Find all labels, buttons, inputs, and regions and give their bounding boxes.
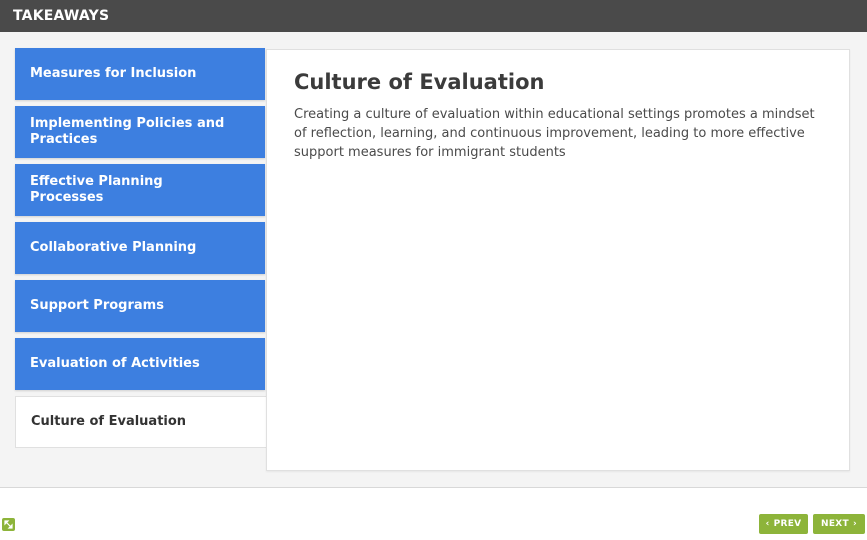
- content-body: Creating a culture of evaluation within …: [294, 107, 815, 160]
- page-title: TAKEAWAYS: [13, 8, 110, 24]
- next-button[interactable]: NEXT ›: [813, 514, 865, 534]
- prev-label: PREV: [773, 519, 802, 529]
- tab-label: Implementing Policies and Practices: [30, 116, 225, 147]
- tab-evaluation-of-activities[interactable]: Evaluation of Activities: [15, 338, 265, 390]
- tab-label: Evaluation of Activities: [30, 356, 200, 371]
- tab-label: Support Programs: [30, 298, 164, 313]
- top-bar: TAKEAWAYS: [0, 0, 867, 32]
- footer-bar: ‹ PREV NEXT ›: [0, 488, 867, 540]
- tab-label: Measures for Inclusion: [30, 66, 197, 81]
- tab-collaborative-planning[interactable]: Collaborative Planning: [15, 222, 265, 274]
- expand-arrows-icon: [4, 520, 13, 529]
- content-title: Culture of Evaluation: [294, 70, 545, 94]
- tab-support-programs[interactable]: Support Programs: [15, 280, 265, 332]
- chevron-left-icon: ‹: [765, 519, 770, 529]
- chevron-right-icon: ›: [852, 519, 857, 529]
- main-stage: Measures for Inclusion Implementing Poli…: [0, 32, 867, 488]
- tab-measures-for-inclusion[interactable]: Measures for Inclusion: [15, 48, 265, 100]
- tab-culture-of-evaluation[interactable]: Culture of Evaluation: [15, 396, 267, 448]
- tab-implementing-policies[interactable]: Implementing Policies and Practices: [15, 106, 265, 158]
- content-panel: Culture of Evaluation Creating a culture…: [266, 49, 850, 471]
- tab-effective-planning[interactable]: Effective Planning Processes: [15, 164, 265, 216]
- tab-label: Effective Planning Processes: [30, 174, 163, 205]
- tab-label: Culture of Evaluation: [31, 414, 187, 429]
- expand-icon[interactable]: [2, 518, 15, 531]
- prev-button[interactable]: ‹ PREV: [759, 514, 808, 534]
- tab-label: Collaborative Planning: [30, 240, 197, 255]
- next-label: NEXT: [821, 519, 849, 529]
